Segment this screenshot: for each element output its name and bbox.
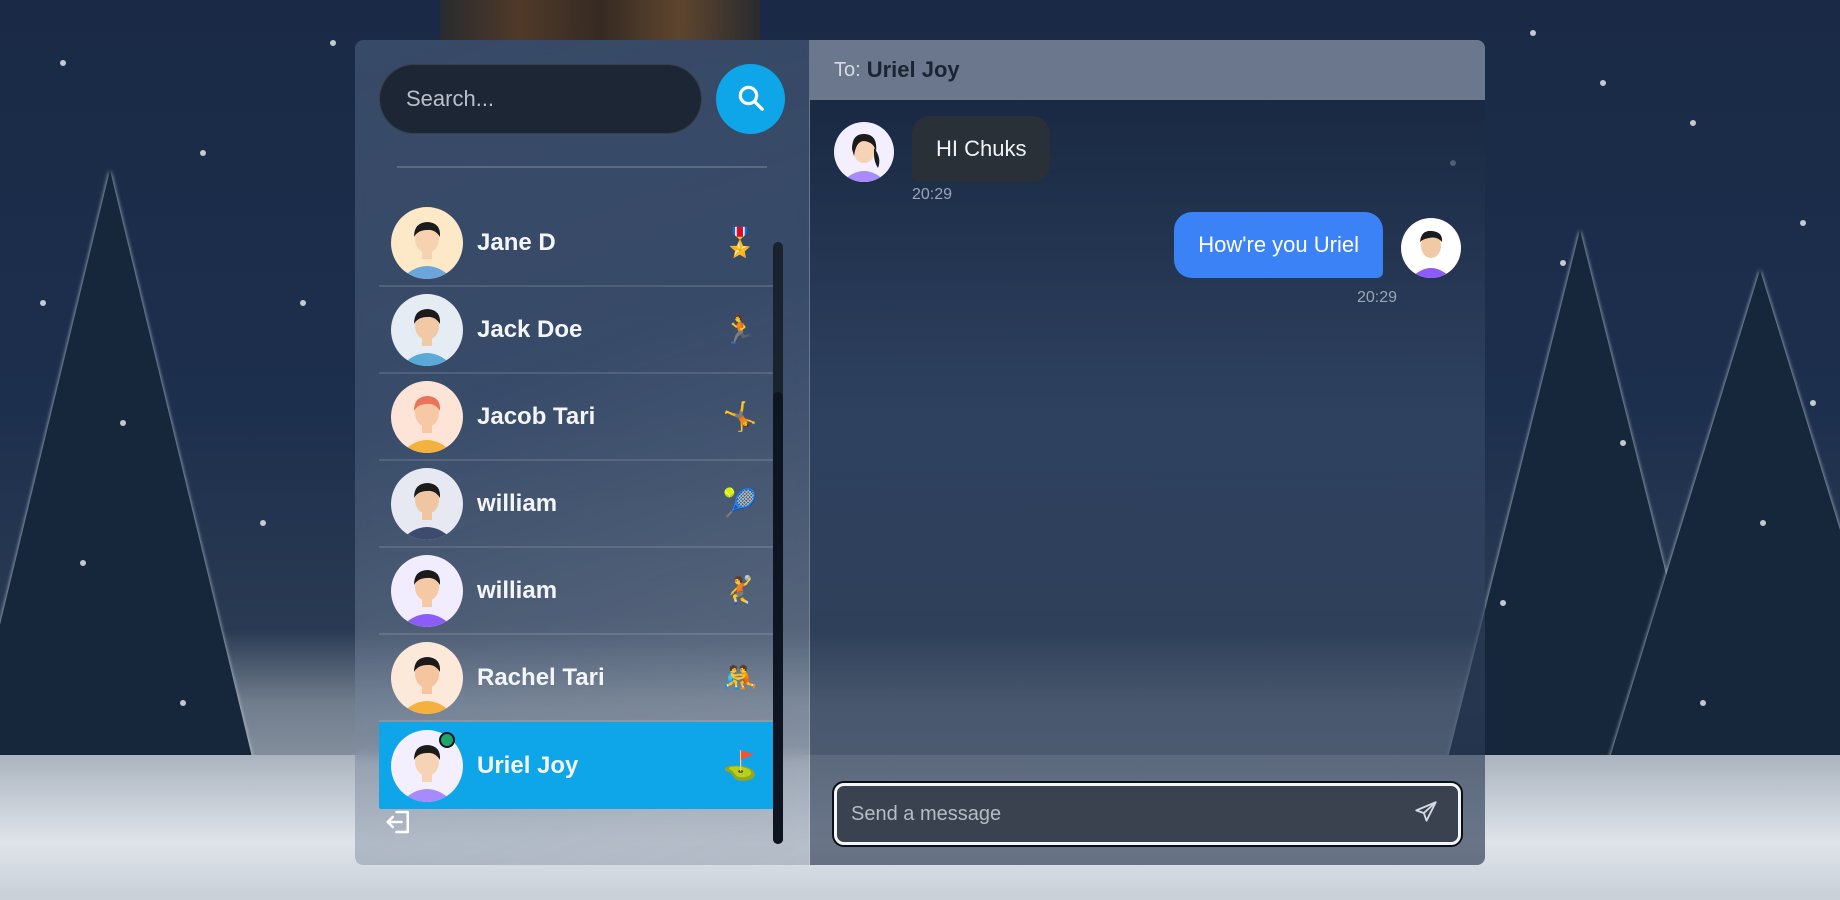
contact-name: william [477, 489, 558, 517]
search-input[interactable] [379, 64, 702, 134]
message-bubble: How're you Uriel [1174, 212, 1383, 278]
activity-badge-icon: 🎾 [722, 488, 758, 519]
message-incoming: HI Chuks [834, 116, 1051, 182]
snowflake [1810, 400, 1816, 406]
snowflake [1760, 520, 1766, 526]
contact-name: Uriel Joy [477, 751, 579, 779]
contact-name: Rachel Tari [477, 663, 605, 691]
recipient-name: Uriel Joy [866, 57, 960, 82]
logout-icon [384, 807, 414, 842]
snowflake [1560, 260, 1566, 266]
snowflake [1800, 220, 1806, 226]
activity-badge-icon: ⛳ [722, 750, 758, 781]
snowflake [180, 700, 186, 706]
send-button[interactable] [1408, 796, 1444, 832]
contact-item[interactable]: william 🤾 [379, 548, 774, 635]
activity-badge-icon: 🤼 [722, 662, 758, 693]
avatar [834, 122, 894, 182]
snowy-pine-tree [1600, 270, 1840, 790]
message-time: 20:29 [1356, 289, 1397, 306]
online-status-dot [439, 732, 455, 748]
message-list[interactable]: HI Chuks 20:29 How're you Uriel 20:29 [810, 100, 1485, 783]
divider [397, 166, 767, 168]
avatar [391, 206, 463, 279]
chat-header: To: Uriel Joy [810, 40, 1485, 100]
to-label: To: [834, 58, 861, 81]
avatar [391, 380, 463, 453]
snowflake [260, 520, 266, 526]
search-row [379, 64, 785, 134]
logout-button[interactable] [383, 808, 415, 840]
paper-plane-icon [1413, 799, 1439, 830]
activity-badge-icon: 🤸 [722, 401, 758, 432]
avatar [391, 641, 463, 714]
contacts-sidebar: Jane D🎖️Jack Doe🏃Jacob Tari🤸william🎾will… [355, 40, 810, 865]
activity-badge-icon: 🏃 [722, 314, 758, 345]
avatar [391, 554, 463, 627]
snowflake [40, 300, 46, 306]
snowflake [60, 60, 66, 66]
avatar [1401, 218, 1461, 278]
snowflake [200, 150, 206, 156]
snowflake [1600, 80, 1606, 86]
message-composer [834, 783, 1461, 845]
snowy-pine-tree [0, 170, 260, 790]
activity-badge-icon: 🤾 [722, 575, 758, 606]
contact-item[interactable]: Jane D 🎖️ [379, 200, 774, 287]
message-outgoing: How're you Uriel [1174, 212, 1461, 278]
chat-panel: To: Uriel Joy HI Chuks 20:29 How're you … [810, 40, 1485, 865]
snowflake [80, 560, 86, 566]
contact-name: Jack Doe [477, 315, 583, 343]
search-button[interactable] [716, 64, 785, 134]
message-time: 20:29 [912, 186, 953, 203]
contact-item[interactable]: Jacob Tari 🤸 [379, 374, 774, 461]
avatar [391, 293, 463, 366]
sleigh-banner [440, 0, 760, 40]
contact-item[interactable]: william 🎾 [379, 461, 774, 548]
snowflake [1690, 120, 1696, 126]
contact-name: Jacob Tari [477, 402, 596, 430]
snowflake [1500, 600, 1506, 606]
contact-item[interactable]: Jack Doe 🏃 [379, 287, 774, 374]
snowflake [300, 300, 306, 306]
snowflake [1700, 700, 1706, 706]
snowflake [330, 40, 336, 46]
snowflake [1620, 440, 1626, 446]
contact-name: william [477, 576, 558, 604]
avatar [391, 467, 463, 540]
message-bubble: HI Chuks [912, 116, 1051, 182]
contact-item[interactable]: Rachel Tari 🤼 [379, 635, 774, 722]
scrollbar-thumb[interactable] [773, 392, 783, 844]
contact-name: Jane D [477, 228, 556, 256]
activity-badge-icon: 🎖️ [722, 227, 758, 258]
chat-app: Jane D🎖️Jack Doe🏃Jacob Tari🤸william🎾will… [355, 40, 1485, 865]
message-input[interactable] [851, 802, 1408, 826]
snowflake [1530, 30, 1536, 36]
contact-item[interactable]: Uriel Joy ⛳ [379, 722, 774, 809]
magnifier-icon [736, 83, 766, 116]
contact-list[interactable]: Jane D 🎖️ Jack Doe 🏃 Jacob Tari 🤸 william 🎾 will… [379, 200, 774, 832]
snowflake [120, 420, 126, 426]
